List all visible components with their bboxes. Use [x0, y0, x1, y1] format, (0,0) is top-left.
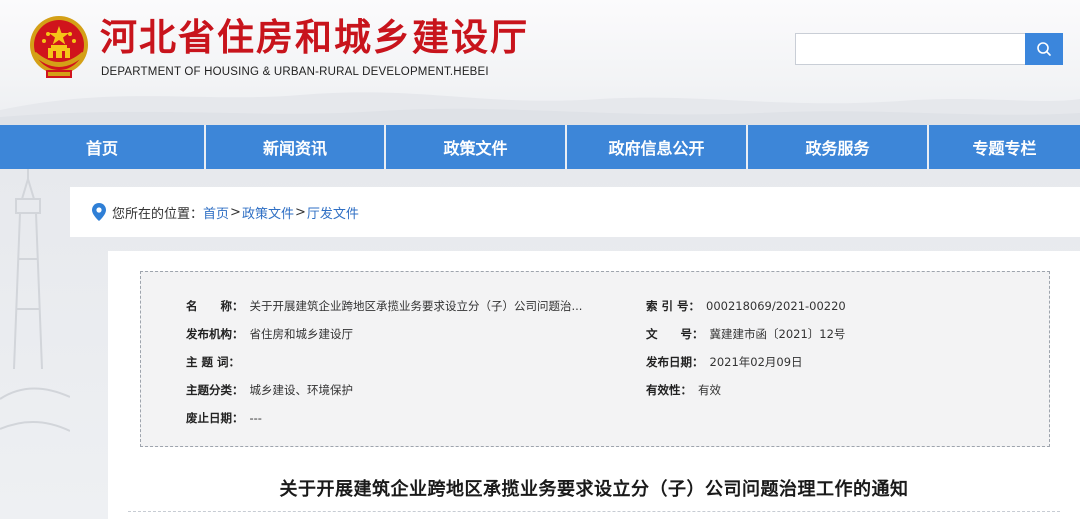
meta-category-row: 主题分类： 城乡建设、环境保护: [186, 382, 353, 398]
nav-item-policy-documents[interactable]: 政策文件: [386, 125, 567, 169]
meta-name-row: 名 称： 关于开展建筑企业跨地区承揽业务要求设立分（子）公司问题治...: [186, 298, 582, 314]
meta-date-row: 发布日期： 2021年02月09日: [646, 354, 803, 370]
main-nav: 首页 新闻资讯 政策文件 政府信息公开 政务服务 专题专栏: [0, 125, 1080, 169]
breadcrumb-prefix: 您所在的位置：: [112, 206, 204, 222]
article-content: 名 称： 关于开展建筑企业跨地区承揽业务要求设立分（子）公司问题治... 发布机…: [108, 251, 1080, 519]
location-pin-icon: [92, 203, 106, 221]
breadcrumb-department-documents[interactable]: 厅发文件: [307, 203, 359, 222]
meta-validity-row: 有效性： 有效: [646, 382, 721, 398]
tower-illustration: [0, 169, 70, 432]
meta-index-row: 索 引 号： 000218069/2021-00220: [646, 298, 846, 314]
meta-category-label: 主题分类：: [186, 383, 244, 397]
breadcrumb: 您所在的位置： 首页 > 政策文件 > 厅发文件: [70, 187, 1080, 237]
meta-repeal-row: 废止日期： ---: [186, 410, 262, 426]
meta-keywords-row: 主 题 词：: [186, 354, 246, 370]
meta-issuer-label: 发布机构：: [186, 327, 244, 341]
meta-date-label: 发布日期：: [646, 355, 704, 369]
site-title: 河北省住房和城乡建设厅: [100, 16, 529, 59]
nav-item-home[interactable]: 首页: [0, 125, 206, 169]
title-divider: [128, 511, 1060, 512]
meta-category-value: 城乡建设、环境保护: [249, 383, 354, 397]
meta-validity-label: 有效性：: [646, 383, 692, 397]
meta-issuer-value: 省住房和城乡建设厅: [249, 327, 354, 341]
meta-name-label: 名 称：: [186, 299, 244, 313]
meta-docno-row: 文 号： 冀建建市函〔2021〕12号: [646, 326, 845, 342]
meta-name-value: 关于开展建筑企业跨地区承揽业务要求设立分（子）公司问题治...: [249, 299, 583, 313]
breadcrumb-home[interactable]: 首页: [203, 203, 229, 222]
meta-index-value: 000218069/2021-00220: [706, 299, 846, 313]
meta-repeal-label: 废止日期：: [186, 411, 244, 425]
site-header: 河北省住房和城乡建设厅 DEPARTMENT OF HOUSING & URBA…: [0, 0, 1080, 125]
search-input[interactable]: [795, 33, 1027, 65]
nav-item-government-info[interactable]: 政府信息公开: [567, 125, 748, 169]
nav-item-news[interactable]: 新闻资讯: [206, 125, 386, 169]
meta-issuer-row: 发布机构： 省住房和城乡建设厅: [186, 326, 353, 342]
meta-keywords-label: 主 题 词：: [186, 355, 241, 369]
site-subtitle: DEPARTMENT OF HOUSING & URBAN-RURAL DEVE…: [101, 66, 489, 78]
nav-item-special-topics[interactable]: 专题专栏: [929, 125, 1080, 169]
meta-date-value: 2021年02月09日: [709, 355, 803, 369]
search-icon: [1037, 42, 1051, 56]
meta-validity-value: 有效: [698, 383, 721, 397]
national-emblem-icon: [30, 16, 88, 78]
nav-item-government-services[interactable]: 政务服务: [748, 125, 929, 169]
breadcrumb-separator: >: [230, 204, 241, 220]
document-metadata: 名 称： 关于开展建筑企业跨地区承揽业务要求设立分（子）公司问题治... 发布机…: [140, 271, 1050, 447]
breadcrumb-policy-documents[interactable]: 政策文件: [242, 203, 294, 222]
breadcrumb-separator: >: [294, 204, 306, 220]
meta-index-label: 索 引 号：: [646, 299, 701, 313]
meta-docno-label: 文 号：: [646, 327, 704, 341]
search-button[interactable]: [1025, 33, 1063, 65]
meta-repeal-value: ---: [249, 411, 262, 425]
meta-docno-value: 冀建建市函〔2021〕12号: [709, 327, 846, 341]
article-title: 关于开展建筑企业跨地区承揽业务要求设立分（子）公司问题治理工作的通知: [279, 479, 909, 500]
